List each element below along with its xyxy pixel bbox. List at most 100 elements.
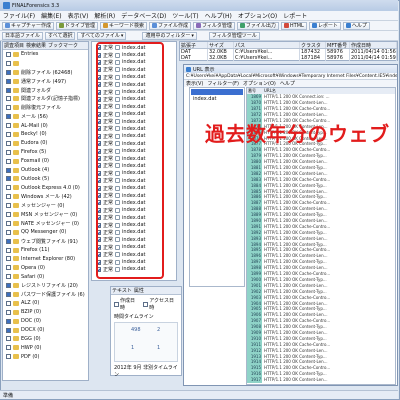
tab-text[interactable]: テキスト [112, 287, 132, 294]
select-all-button[interactable]: すべて選択 [45, 31, 76, 40]
tree-item[interactable]: Safari (0) [3, 272, 88, 281]
viewer-menu-help[interactable]: ヘルプ [280, 80, 295, 87]
capture-button[interactable]: キャプチャー作成 [2, 21, 54, 30]
tree-item[interactable]: Eudora (0) [3, 139, 88, 148]
menu-edit[interactable]: 編集(E) [41, 11, 61, 20]
menu-database[interactable]: データベース(D) [121, 11, 166, 20]
tree-checkbox[interactable] [6, 256, 11, 262]
col-url[interactable]: URL名 [262, 88, 276, 94]
tree-checkbox[interactable] [6, 336, 11, 342]
tree-checkbox[interactable] [6, 265, 11, 271]
tree-checkbox[interactable] [6, 96, 11, 102]
tree-checkbox[interactable] [6, 167, 11, 173]
viewer-tree-selected[interactable] [191, 89, 243, 95]
tree-checkbox[interactable] [6, 300, 11, 306]
created-checkbox[interactable] [114, 301, 119, 307]
table-row[interactable]: 1917 HTTP/1.1 200 OK Content-Len... [247, 376, 395, 383]
tree-checkbox[interactable] [6, 345, 11, 351]
tab-search-results[interactable]: 検索結果 [26, 42, 46, 49]
tree-item[interactable]: Internet Explorer (80) [3, 254, 88, 263]
tree-item[interactable]: Windows メール (42) [3, 192, 88, 201]
tree-item[interactable]: Opera (0) [3, 263, 88, 272]
tree-item[interactable]: Firefox (11) [3, 246, 88, 255]
tree-checkbox[interactable] [6, 194, 11, 200]
tree-item[interactable]: メール (56) [3, 112, 88, 121]
created-option[interactable]: 作成日時 [114, 297, 139, 311]
tree-item[interactable]: DOCX (0) [3, 326, 88, 335]
access-checkbox[interactable] [143, 301, 149, 307]
viewer-menu-filter[interactable]: フィルター(F) [207, 80, 239, 87]
tree-item[interactable]: Outlook (5) [3, 174, 88, 183]
tree-item[interactable]: 通常ファイル (497) [3, 77, 88, 86]
menu-options[interactable]: オプション(O) [238, 11, 277, 20]
tree-checkbox[interactable] [6, 87, 11, 93]
col-cluster[interactable]: クラスタ [300, 42, 326, 48]
col-mft[interactable]: MFT番号 [326, 42, 350, 48]
col-created[interactable]: 作成日時 [350, 42, 397, 48]
tree-item[interactable]: AL-Mail (0) [3, 121, 88, 130]
tree-item[interactable]: 関連フォルダ [3, 86, 88, 95]
menu-tools[interactable]: ツール(T) [172, 11, 198, 20]
tree-checkbox[interactable] [6, 247, 11, 253]
tab-survey[interactable]: 調査項目 [4, 42, 24, 49]
filter-tool-button[interactable]: フィルタ管理ツール [208, 31, 260, 40]
tree-item[interactable]: ウェブ閲覧ファイル (91) [3, 237, 88, 246]
filter-manage-button[interactable]: フィルタ管理 [193, 21, 235, 30]
all-files-dropdown[interactable]: すべてのファイル ▾ [77, 31, 127, 40]
tree-item[interactable]: DOC (0) [3, 317, 88, 326]
tree-checkbox[interactable] [6, 123, 11, 129]
tree-item[interactable]: MSN メッセンジャー (0) [3, 210, 88, 219]
col-path[interactable]: パス [234, 42, 300, 48]
help-button[interactable]: ヘルプ [342, 21, 370, 30]
lang-file-button[interactable]: 日本語ファイル [2, 31, 44, 40]
tree-item[interactable]: 削除ファイル (62468) [3, 68, 88, 77]
tree-item[interactable]: BZIP (0) [3, 308, 88, 317]
access-option[interactable]: アクセス日時 [143, 297, 178, 311]
tree-item[interactable]: Firefox (5) [3, 148, 88, 157]
tree-checkbox[interactable] [6, 318, 11, 324]
tree-checkbox[interactable] [6, 229, 11, 235]
file-create-button[interactable]: ファイル作成 [148, 21, 191, 30]
tree-checkbox[interactable] [6, 203, 11, 209]
table-row[interactable]: DAT 32.0KB C:¥Users¥kei... 187184 58976 … [180, 55, 397, 61]
tree-checkbox[interactable] [6, 238, 11, 244]
tree-checkbox[interactable] [6, 60, 11, 66]
tree-checkbox[interactable] [6, 354, 11, 360]
tree-checkbox[interactable] [6, 158, 11, 164]
tree-checkbox[interactable] [6, 78, 11, 84]
menu-analysis[interactable]: 解析(R) [94, 11, 115, 20]
tree-checkbox[interactable] [6, 114, 11, 120]
tree-checkbox[interactable] [6, 283, 11, 289]
tree-item[interactable]: QQ Messenger (0) [3, 228, 88, 237]
report-button[interactable]: レポート [308, 21, 341, 30]
tree-checkbox[interactable] [6, 140, 11, 146]
tree-item[interactable]: 関連フォルダ(記憶子指標) [3, 94, 88, 103]
tree-item[interactable]: NATE メッセンジャー (0) [3, 219, 88, 228]
tree-item[interactable]: Foxmail (0) [3, 157, 88, 166]
tree-item[interactable]: Entries [3, 50, 88, 59]
tree-checkbox[interactable] [6, 211, 11, 217]
tree-item[interactable] [3, 59, 88, 68]
tree-item[interactable]: Outlook Express 4.0 (0) [3, 183, 88, 192]
tree-item[interactable]: パスワード保護ファイル (6) [3, 290, 88, 299]
tree-item[interactable]: EGG (0) [3, 335, 88, 344]
tree-checkbox[interactable] [6, 51, 11, 57]
keyword-search-button[interactable]: キーワード検索 [99, 21, 147, 30]
tree-checkbox[interactable] [6, 149, 11, 155]
viewer-menu-options[interactable]: オプション(O) [243, 80, 276, 87]
tree-item[interactable]: HWP (0) [3, 343, 88, 352]
tree-checkbox[interactable] [6, 176, 11, 182]
menu-help[interactable]: ヘルプ(H) [205, 11, 232, 20]
tree-checkbox[interactable] [6, 105, 11, 111]
menu-report[interactable]: レポート [283, 11, 307, 20]
tree-checkbox[interactable] [6, 274, 11, 280]
tree-item[interactable]: PDF (0) [3, 352, 88, 361]
tree-item[interactable]: レジストリファイル (20) [3, 281, 88, 290]
col-ext[interactable]: 拡張子 [180, 42, 208, 48]
tab-attributes[interactable]: 属性 [134, 287, 144, 294]
tree-checkbox[interactable] [6, 309, 11, 315]
tree-item[interactable]: 削除復元ファイル [3, 103, 88, 112]
tree-checkbox[interactable] [6, 185, 11, 191]
tab-bookmarks[interactable]: ブックマーク [48, 42, 78, 49]
tree-checkbox[interactable] [6, 69, 11, 75]
